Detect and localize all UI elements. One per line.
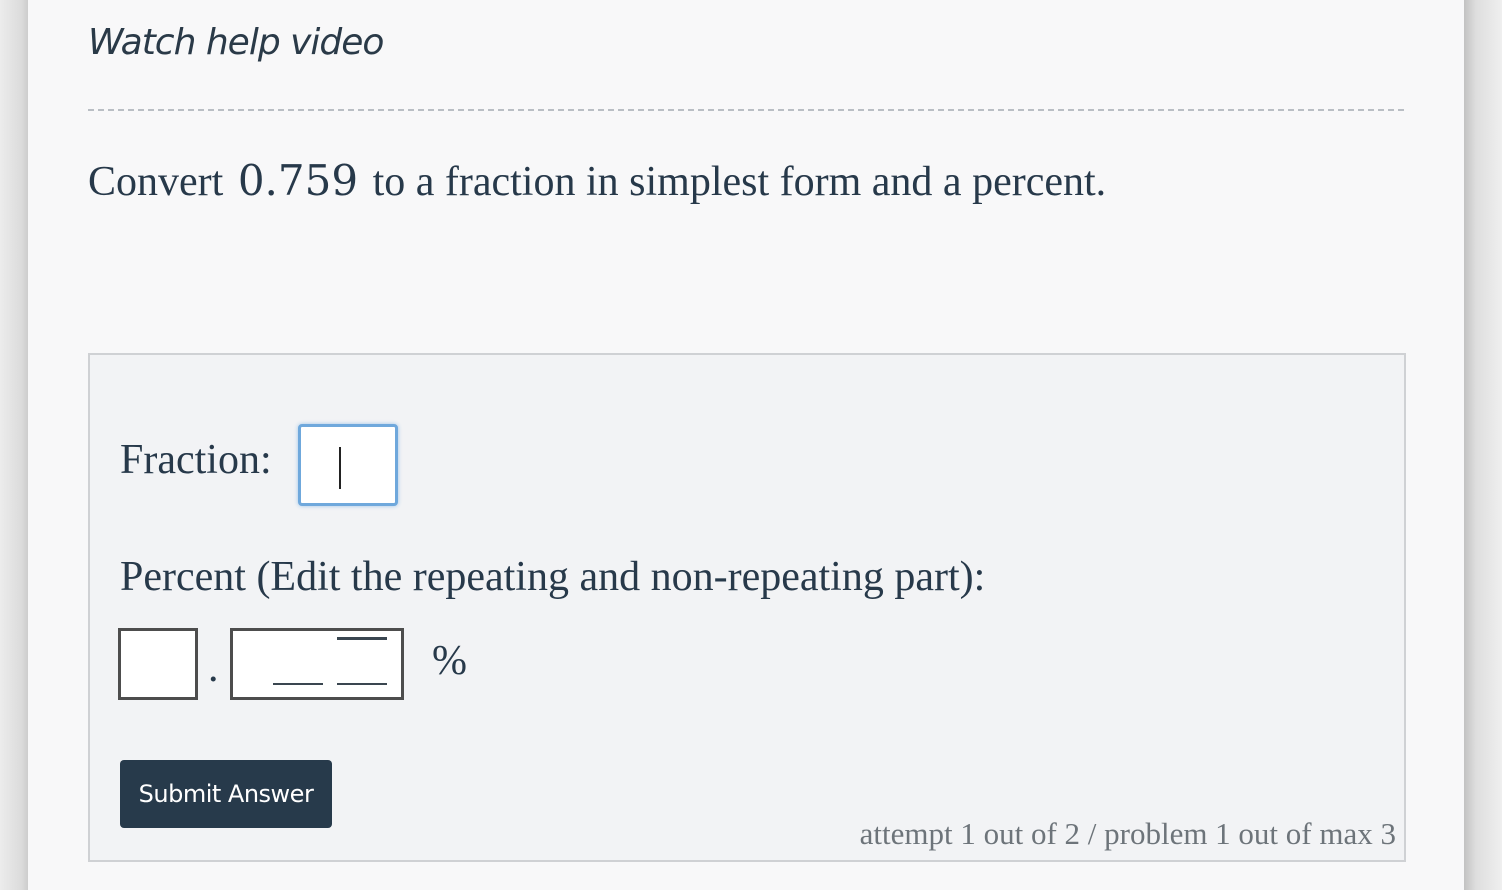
percent-sign: % — [432, 638, 467, 684]
percent-whole-input[interactable] — [118, 628, 198, 700]
question-value: 0.759 — [237, 156, 359, 205]
fraction-input[interactable] — [298, 424, 398, 506]
page-right-shadow — [1462, 0, 1502, 890]
text-caret — [339, 447, 341, 489]
non-repeating-digit-slot[interactable] — [273, 683, 323, 685]
question-prompt: Convert 0.759 to a fraction in simplest … — [88, 156, 1106, 206]
percent-decimal-input[interactable] — [230, 628, 404, 700]
question-suffix: to a fraction in simplest form and a per… — [372, 159, 1107, 205]
page-left-shadow — [0, 0, 30, 890]
question-prefix: Convert — [88, 159, 224, 205]
repeating-digit-slot[interactable] — [337, 683, 387, 685]
attempt-status: attempt 1 out of 2 / problem 1 out of ma… — [859, 816, 1396, 851]
repeating-bar-icon — [337, 637, 387, 640]
submit-answer-button[interactable]: Submit Answer — [120, 760, 332, 828]
percent-label: Percent (Edit the repeating and non-repe… — [120, 554, 986, 600]
section-divider — [88, 109, 1404, 111]
fraction-label: Fraction: — [120, 437, 272, 483]
watch-help-video-link[interactable]: Watch help video — [88, 22, 384, 63]
decimal-point: . — [208, 645, 219, 691]
